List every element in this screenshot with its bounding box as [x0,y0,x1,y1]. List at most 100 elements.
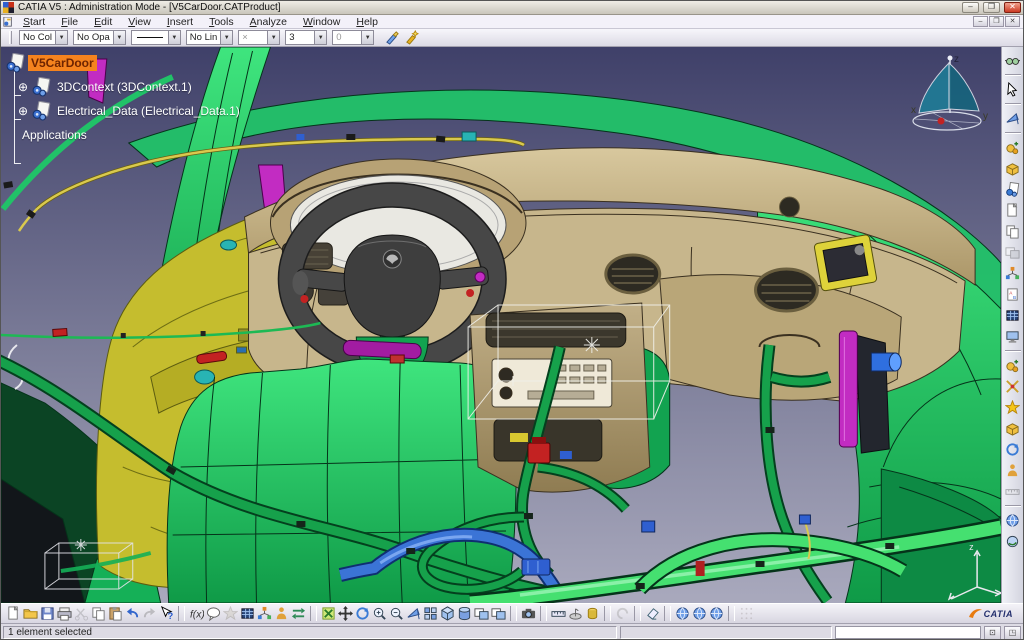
restore-button[interactable]: ❐ [983,2,1000,13]
toolbar-grip[interactable] [9,31,12,44]
catalog-icon[interactable] [1004,533,1021,550]
graph-tree-reordering-icon[interactable] [1004,265,1021,282]
new-part-icon[interactable] [1004,181,1021,198]
mdi-restore-button[interactable]: ❐ [989,16,1004,27]
chevron-down-icon[interactable]: ▼ [220,31,232,44]
normal-view-icon[interactable] [405,605,422,622]
tree-node-root[interactable]: V5CarDoor [5,51,243,75]
close-button[interactable]: ✕ [1004,2,1021,13]
hide-show-icon[interactable] [473,605,490,622]
explode-icon[interactable] [1004,420,1021,437]
render-style-icon[interactable] [456,605,473,622]
center-stack[interactable] [470,303,650,492]
painter-wizard-icon[interactable] [403,29,420,46]
tree-node-applications[interactable]: Applications [19,123,243,147]
air-vent-left[interactable] [606,255,660,293]
air-vent-right[interactable] [756,269,818,311]
3d-viewport[interactable]: z V5CarDoor ⊕ 3DContext (3DContext.1) [1,47,1001,603]
swap-visible-space-icon[interactable] [490,605,507,622]
mdi-minimize-button[interactable]: ‒ [973,16,988,27]
tree-node-label[interactable]: Electrical_Data (Electrical_Data.1) [54,103,243,119]
magenta-module[interactable] [839,331,857,447]
product-graph-icon[interactable] [256,605,273,622]
tree-node-electrical-data[interactable]: ⊕ Electrical_Data (Electrical_Data.1) [17,99,243,123]
measure-item-icon[interactable] [567,605,584,622]
chevron-down-icon[interactable]: ▼ [113,31,125,44]
tree-node-3dcontext[interactable]: ⊕ 3DContext (3DContext.1) [17,75,243,99]
chevron-down-icon[interactable]: ▼ [314,31,326,44]
menu-analyze[interactable]: Analyze [242,15,295,28]
zoom-out-icon[interactable] [388,605,405,622]
quick-views-icon[interactable] [422,605,439,622]
existing-component-positioned-icon[interactable] [1004,223,1021,240]
manage-representations-icon[interactable] [1004,328,1021,345]
power-input-field[interactable] [835,626,981,639]
view-mode-icon[interactable] [1004,52,1021,69]
undo-icon[interactable] [124,605,141,622]
catalog-browser-icon[interactable] [674,605,691,622]
thickness-combo[interactable]: 3▼ [285,30,327,45]
blue-connector[interactable] [522,559,550,575]
fill-color-combo[interactable]: No Col▼ [19,30,68,45]
new-component-icon[interactable] [1004,139,1021,156]
pan-icon[interactable] [337,605,354,622]
menu-insert[interactable]: Insert [159,15,201,28]
selective-load-icon[interactable] [1004,307,1021,324]
isometric-view-icon[interactable] [439,605,456,622]
fly-mode-icon[interactable] [1004,110,1021,127]
generate-numbering-icon[interactable]: AB [1004,286,1021,303]
menu-edit[interactable]: Edit [86,15,120,28]
select-icon[interactable] [1004,81,1021,98]
red-connector[interactable] [528,443,550,463]
compass-base-point[interactable] [938,118,945,125]
measure-between-icon[interactable] [550,605,567,622]
menu-view[interactable]: View [120,15,159,28]
menu-window[interactable]: Window [295,15,348,28]
menu-help[interactable]: Help [348,15,386,28]
chevron-down-icon[interactable]: ▼ [361,31,373,44]
related-pages-icon[interactable] [708,605,725,622]
smart-move-icon[interactable] [1004,399,1021,416]
paste-icon[interactable] [107,605,124,622]
send-to-icon[interactable] [1004,512,1021,529]
multi-instantiation-icon[interactable] [1004,357,1021,374]
minimize-button[interactable]: ‒ [962,2,979,13]
snap-icon[interactable] [1004,378,1021,395]
copy-icon[interactable] [90,605,107,622]
design-table-icon[interactable] [239,605,256,622]
3d-compass[interactable]: z y x [907,51,993,143]
tree-node-label[interactable]: Applications [19,127,90,143]
catalog-item-icon[interactable] [273,605,290,622]
publications-icon[interactable] [1004,462,1021,479]
menu-file[interactable]: File [53,15,86,28]
line-type-combo[interactable]: ▼ [131,30,181,45]
existing-component-icon[interactable] [1004,202,1021,219]
zoom-in-icon[interactable] [371,605,388,622]
graphic-properties-painter-icon[interactable] [384,29,401,46]
formula-fx-icon[interactable]: f(x) [188,605,205,622]
inertia-icon[interactable] [584,605,601,622]
comment-icon[interactable] [205,605,222,622]
chevron-down-icon[interactable]: ▼ [267,31,279,44]
new-document-icon[interactable] [5,605,22,622]
print-icon[interactable] [56,605,73,622]
rotate-icon[interactable] [354,605,371,622]
whats-this-icon[interactable]: ? [158,605,175,622]
new-product-icon[interactable] [1004,160,1021,177]
fit-all-in-icon[interactable] [320,605,337,622]
open-icon[interactable] [22,605,39,622]
chevron-down-icon[interactable]: ▼ [168,31,180,44]
mdi-close-button[interactable]: ✕ [1005,16,1020,27]
chevron-down-icon[interactable]: ▼ [55,31,67,44]
expand-icon[interactable]: ⊕ [17,105,29,117]
line-weight-combo[interactable]: No Lin▼ [186,30,233,45]
screen-capture-icon[interactable] [520,605,537,622]
save-icon[interactable] [39,605,56,622]
expand-icon[interactable]: ⊕ [17,81,29,93]
tree-node-label[interactable]: 3DContext (3DContext.1) [54,79,195,95]
data-exchange-icon[interactable] [290,605,307,622]
menu-start[interactable]: Start [15,15,53,28]
erase-icon[interactable] [644,605,661,622]
update-positions-icon[interactable] [1004,441,1021,458]
dock-command-button[interactable]: ⊡ [984,626,1001,640]
